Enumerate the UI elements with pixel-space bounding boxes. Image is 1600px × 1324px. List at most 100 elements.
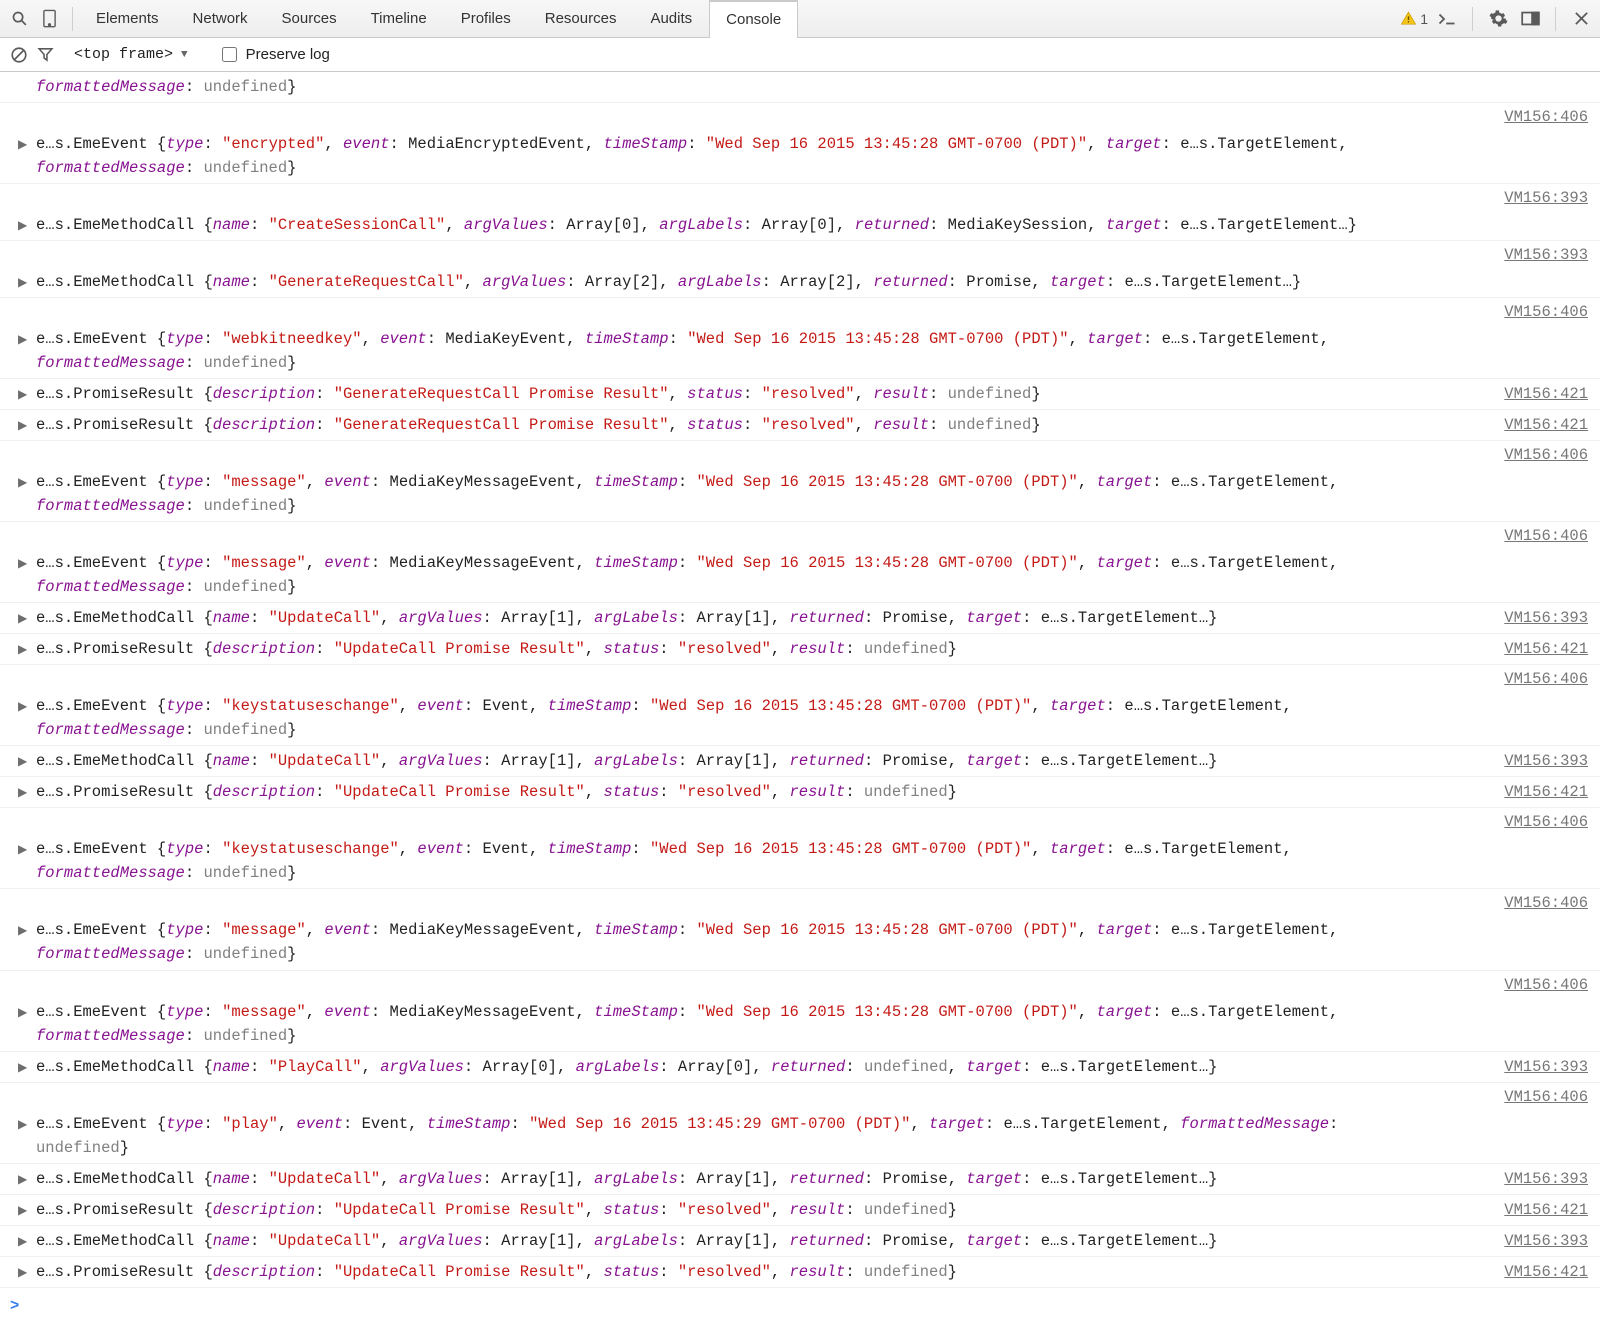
- console-prompt[interactable]: >: [0, 1288, 1600, 1324]
- source-link[interactable]: VM156:421: [1504, 1260, 1588, 1284]
- source-link[interactable]: VM156:406: [1504, 1088, 1588, 1106]
- preserve-log-toggle[interactable]: Preserve log: [218, 44, 330, 65]
- expand-icon[interactable]: ▶: [18, 1004, 27, 1023]
- expand-icon[interactable]: ▶: [18, 753, 27, 772]
- source-line: VM156:406: [0, 889, 1600, 915]
- expand-icon[interactable]: ▶: [18, 841, 27, 860]
- expand-icon[interactable]: ▶: [18, 1171, 27, 1190]
- source-line: VM156:406: [0, 665, 1600, 691]
- source-link[interactable]: VM156:393: [1504, 189, 1588, 207]
- clear-console-icon[interactable]: [6, 42, 32, 68]
- tab-elements[interactable]: Elements: [79, 0, 176, 37]
- source-link[interactable]: VM156:406: [1504, 446, 1588, 464]
- tab-console[interactable]: Console: [709, 0, 798, 38]
- source-line: VM156:393: [0, 241, 1600, 267]
- log-row: ▶e…s.EmeEvent {type: "keystatuseschange"…: [0, 691, 1600, 746]
- dock-icon[interactable]: [1517, 6, 1543, 32]
- source-link[interactable]: VM156:393: [1504, 1055, 1588, 1079]
- source-link[interactable]: VM156:393: [1504, 749, 1588, 773]
- source-link[interactable]: VM156:406: [1504, 976, 1588, 994]
- device-icon[interactable]: [36, 6, 62, 32]
- expand-icon[interactable]: ▶: [18, 641, 27, 660]
- frame-selector[interactable]: <top frame> ▼: [66, 44, 196, 65]
- tab-network[interactable]: Network: [176, 0, 265, 37]
- tab-profiles[interactable]: Profiles: [444, 0, 528, 37]
- source-link[interactable]: VM156:421: [1504, 413, 1588, 437]
- warning-badge[interactable]: 1: [1400, 10, 1428, 27]
- expand-icon[interactable]: ▶: [18, 417, 27, 436]
- source-line: VM156:406: [0, 1083, 1600, 1109]
- source-line: VM156:406: [0, 522, 1600, 548]
- source-link[interactable]: VM156:421: [1504, 1198, 1588, 1222]
- frame-label: <top frame>: [74, 46, 173, 63]
- tab-timeline[interactable]: Timeline: [354, 0, 444, 37]
- tab-audits[interactable]: Audits: [633, 0, 709, 37]
- log-row: ▶e…s.EmeMethodCall {name: "GenerateReque…: [0, 267, 1600, 298]
- log-row: ▶e…s.PromiseResult {description: "Update…: [0, 777, 1600, 808]
- source-link[interactable]: VM156:406: [1504, 303, 1588, 321]
- source-link[interactable]: VM156:406: [1504, 527, 1588, 545]
- log-row: ▶e…s.PromiseResult {description: "Update…: [0, 634, 1600, 665]
- source-link[interactable]: VM156:421: [1504, 382, 1588, 406]
- expand-icon[interactable]: ▶: [18, 274, 27, 293]
- expand-icon[interactable]: ▶: [18, 331, 27, 350]
- expand-icon[interactable]: ▶: [18, 1116, 27, 1135]
- log-row: ▶e…s.EmeMethodCall {name: "PlayCall", ar…: [0, 1052, 1600, 1083]
- expand-icon[interactable]: ▶: [18, 1233, 27, 1252]
- warning-icon: [1400, 10, 1417, 27]
- tab-resources[interactable]: Resources: [528, 0, 634, 37]
- source-link[interactable]: VM156:406: [1504, 108, 1588, 126]
- source-link[interactable]: VM156:406: [1504, 894, 1588, 912]
- expand-icon[interactable]: ▶: [18, 784, 27, 803]
- preserve-log-label: Preserve log: [246, 46, 330, 63]
- console-output: formattedMessage: undefined}VM156:406▶e……: [0, 72, 1600, 1324]
- expand-icon[interactable]: ▶: [18, 474, 27, 493]
- expand-icon[interactable]: ▶: [18, 555, 27, 574]
- preserve-log-checkbox[interactable]: [222, 47, 237, 62]
- expand-icon[interactable]: ▶: [18, 217, 27, 236]
- close-icon[interactable]: [1568, 6, 1594, 32]
- log-row: ▶e…s.PromiseResult {description: "Genera…: [0, 410, 1600, 441]
- source-link[interactable]: VM156:421: [1504, 637, 1588, 661]
- source-line: VM156:393: [0, 184, 1600, 210]
- separator: [72, 7, 73, 31]
- log-row: ▶e…s.EmeEvent {type: "encrypted", event:…: [0, 129, 1600, 184]
- expand-icon[interactable]: ▶: [18, 922, 27, 941]
- expand-icon[interactable]: ▶: [18, 1202, 27, 1221]
- expand-icon[interactable]: ▶: [18, 698, 27, 717]
- source-link[interactable]: VM156:393: [1504, 1167, 1588, 1191]
- log-row: ▶e…s.EmeMethodCall {name: "UpdateCall", …: [0, 1226, 1600, 1257]
- log-row: ▶e…s.EmeMethodCall {name: "UpdateCall", …: [0, 603, 1600, 634]
- source-link[interactable]: VM156:393: [1504, 246, 1588, 264]
- source-line: VM156:406: [0, 971, 1600, 997]
- expand-icon[interactable]: ▶: [18, 136, 27, 155]
- log-row: ▶e…s.EmeEvent {type: "message", event: M…: [0, 467, 1600, 522]
- source-link[interactable]: VM156:393: [1504, 606, 1588, 630]
- filter-icon[interactable]: [32, 42, 58, 68]
- expand-icon[interactable]: ▶: [18, 610, 27, 629]
- log-row: ▶e…s.EmeEvent {type: "message", event: M…: [0, 548, 1600, 603]
- source-line: VM156:406: [0, 298, 1600, 324]
- source-line: VM156:406: [0, 103, 1600, 129]
- settings-gear-icon[interactable]: [1485, 6, 1511, 32]
- tab-sources[interactable]: Sources: [265, 0, 354, 37]
- log-row: ▶e…s.EmeMethodCall {name: "UpdateCall", …: [0, 746, 1600, 777]
- expand-icon[interactable]: ▶: [18, 386, 27, 405]
- source-link[interactable]: VM156:421: [1504, 780, 1588, 804]
- log-row: ▶e…s.PromiseResult {description: "Genera…: [0, 379, 1600, 410]
- log-row: ▶e…s.EmeEvent {type: "play", event: Even…: [0, 1109, 1600, 1164]
- source-link[interactable]: VM156:393: [1504, 1229, 1588, 1253]
- search-icon[interactable]: [6, 6, 32, 32]
- source-line: VM156:406: [0, 808, 1600, 834]
- separator: [1472, 7, 1473, 31]
- source-link[interactable]: VM156:406: [1504, 813, 1588, 831]
- log-row: ▶e…s.EmeEvent {type: "webkitneedkey", ev…: [0, 324, 1600, 379]
- source-line: VM156:406: [0, 441, 1600, 467]
- chevron-down-icon: ▼: [181, 49, 188, 61]
- log-row: ▶e…s.EmeMethodCall {name: "UpdateCall", …: [0, 1164, 1600, 1195]
- expand-icon[interactable]: ▶: [18, 1264, 27, 1283]
- source-link[interactable]: VM156:406: [1504, 670, 1588, 688]
- show-console-icon[interactable]: [1434, 6, 1460, 32]
- expand-icon[interactable]: ▶: [18, 1059, 27, 1078]
- devtools-toolbar: ElementsNetworkSourcesTimelineProfilesRe…: [0, 0, 1600, 38]
